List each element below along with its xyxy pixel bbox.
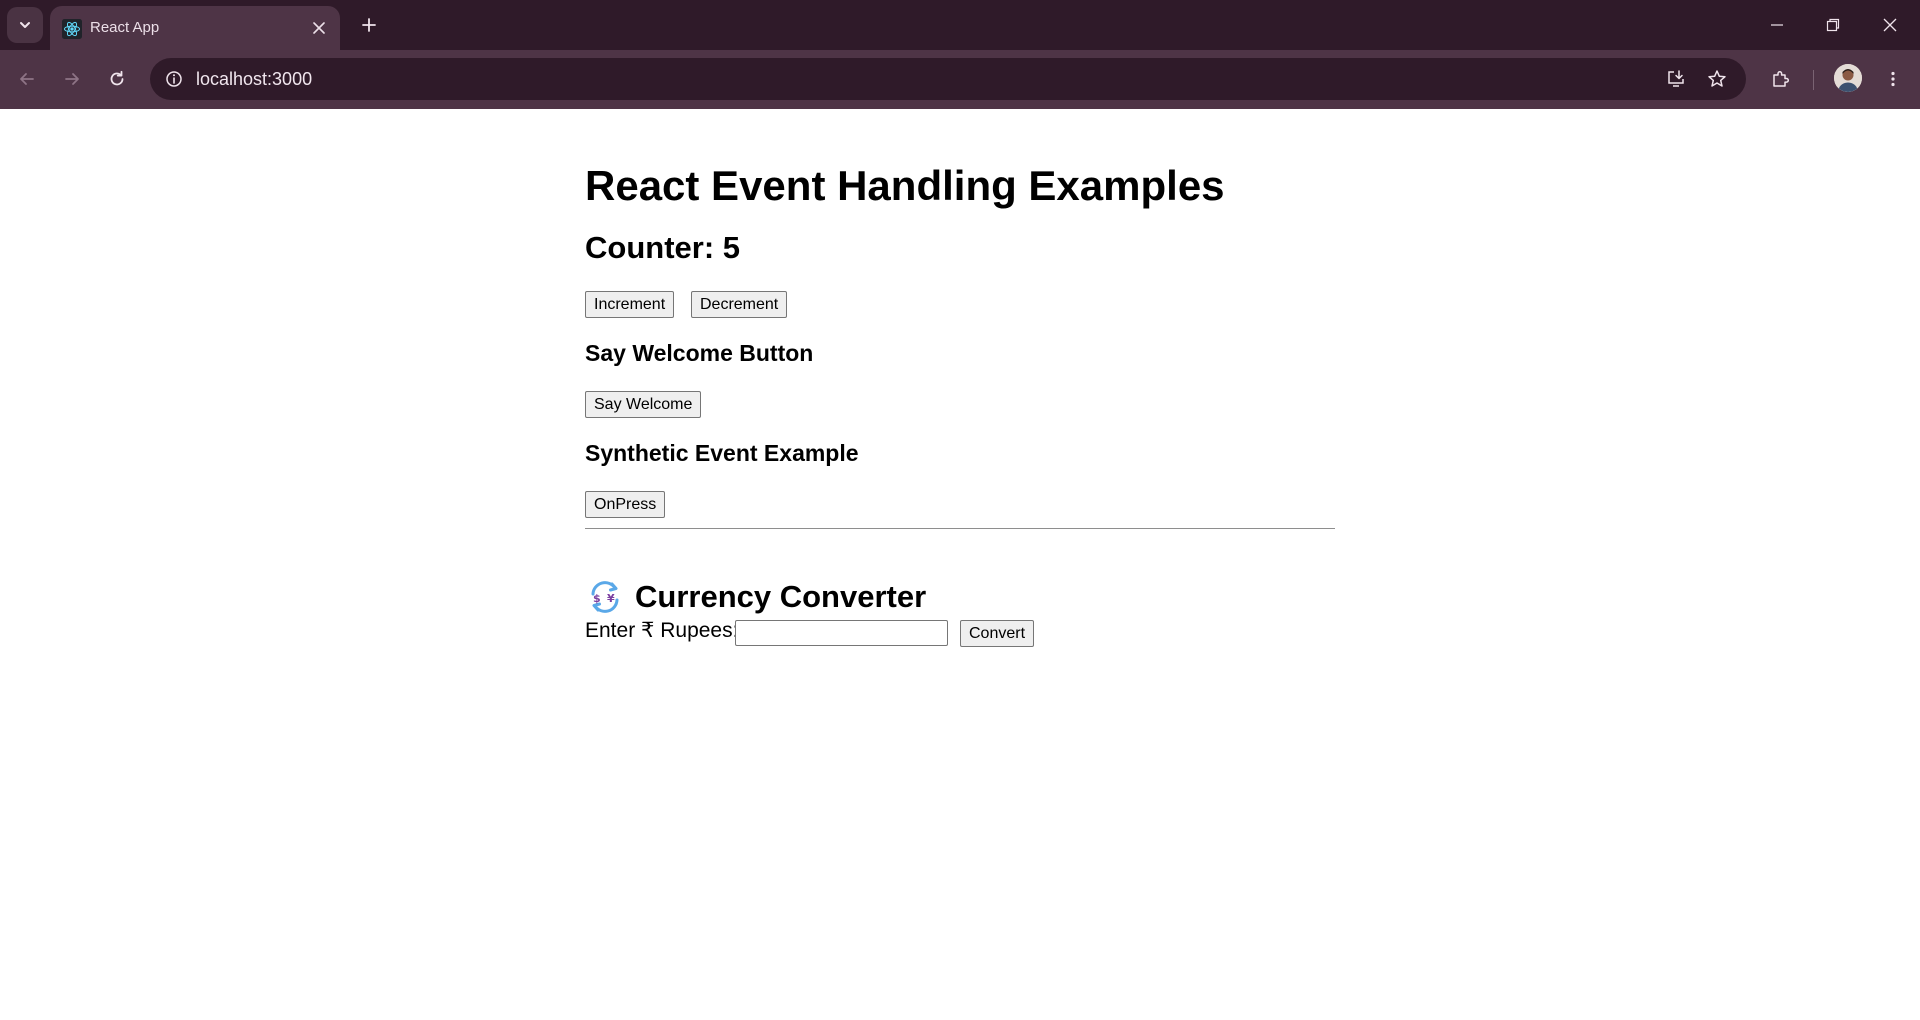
address-bar[interactable]: localhost:3000 — [150, 58, 1746, 100]
new-tab-button[interactable] — [351, 7, 387, 43]
say-welcome-button[interactable]: Say Welcome — [585, 391, 702, 418]
kebab-menu-icon — [1891, 71, 1895, 87]
rupees-input[interactable] — [735, 620, 948, 646]
forward-button[interactable] — [54, 61, 90, 97]
tab-title: React App — [90, 19, 160, 36]
reload-icon — [110, 70, 124, 86]
bookmark-button[interactable] — [1701, 63, 1733, 95]
tab-react-app[interactable]: React App — [50, 6, 340, 50]
info-icon — [166, 71, 182, 87]
react-logo-icon — [62, 19, 82, 39]
close-icon — [313, 22, 325, 34]
browser-toolbar: localhost:3000 — [0, 50, 1920, 109]
page-title: React Event Handling Examples — [585, 162, 1225, 209]
site-info-button[interactable] — [158, 63, 190, 95]
plus-icon — [362, 18, 376, 32]
arrow-right-icon — [65, 73, 79, 85]
avatar-icon — [1834, 64, 1862, 92]
star-icon — [1708, 70, 1726, 87]
synthetic-event-heading: Synthetic Event Example — [585, 440, 859, 466]
tab-search-button[interactable] — [7, 7, 43, 43]
extensions-button[interactable] — [1763, 61, 1799, 97]
svg-text:¥: ¥ — [607, 592, 615, 605]
convert-button[interactable]: Convert — [960, 620, 1035, 647]
say-welcome-heading: Say Welcome Button — [585, 340, 814, 366]
install-app-icon — [1668, 70, 1684, 87]
url-text[interactable]: localhost:3000 — [196, 69, 312, 89]
toolbar-divider — [1813, 70, 1814, 90]
puzzle-icon — [1773, 70, 1790, 87]
chevron-down-icon — [20, 22, 30, 28]
section-divider — [585, 528, 1335, 529]
svg-text:$: $ — [593, 592, 601, 605]
minimize-window-button[interactable] — [1749, 0, 1805, 50]
onpress-button[interactable]: OnPress — [585, 491, 666, 518]
close-window-button[interactable] — [1862, 0, 1918, 50]
arrow-left-icon — [20, 73, 34, 85]
tab-close-button[interactable] — [308, 17, 330, 39]
minimize-icon — [1771, 24, 1783, 26]
chrome-menu-button[interactable] — [1875, 61, 1911, 97]
restore-icon — [1826, 18, 1840, 32]
close-icon — [1883, 18, 1897, 32]
install-app-button[interactable] — [1660, 63, 1692, 95]
restore-window-button[interactable] — [1805, 0, 1861, 50]
rupees-input-label: Enter ₹ Rupees: — [585, 619, 739, 642]
counter-display: Counter: 5 — [585, 230, 740, 265]
currency-exchange-icon: $ ¥ — [586, 577, 624, 616]
profile-avatar[interactable] — [1834, 64, 1862, 92]
currency-converter-title: Currency Converter — [635, 578, 927, 614]
increment-button[interactable]: Increment — [585, 291, 675, 318]
browser-tab-bar: React App — [0, 0, 1920, 50]
currency-converter-heading: $ ¥ Currency Converter — [585, 577, 926, 617]
reload-button[interactable] — [99, 61, 135, 97]
decrement-button[interactable]: Decrement — [691, 291, 788, 318]
back-button[interactable] — [9, 61, 45, 97]
